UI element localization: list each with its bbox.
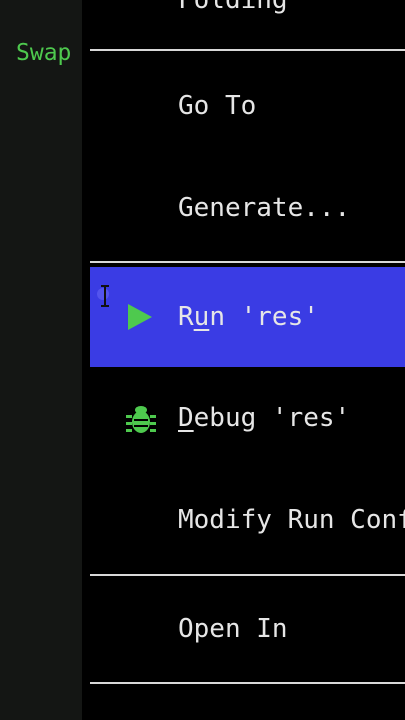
menu-item-label: Modify Run Configuration... xyxy=(178,505,405,535)
editor-code-text: Swap xyxy=(16,40,72,66)
menu-item-label: Run 'res' xyxy=(178,302,319,332)
run-icon xyxy=(126,302,154,332)
editor-gutter: Swap xyxy=(0,0,82,720)
menu-item-folding[interactable]: Folding xyxy=(90,0,405,50)
menu-item-run[interactable]: Run 'res' xyxy=(90,267,405,367)
menu-separator xyxy=(90,682,405,684)
menu-item-modify-run-configuration[interactable]: Modify Run Configuration... xyxy=(90,470,405,570)
menu-item-label: Folding xyxy=(178,0,288,15)
mnemonic-letter: D xyxy=(178,403,194,433)
bug-icon xyxy=(126,403,156,433)
menu-item-label: Generate... xyxy=(178,193,351,223)
context-menu: Folding Go To Generate... Run 'res' Debu… xyxy=(82,0,405,720)
menu-item-label: Debug 'res' xyxy=(178,403,351,433)
menu-item-go-to[interactable]: Go To xyxy=(90,56,405,156)
menu-separator xyxy=(90,49,405,51)
menu-item-label: Go To xyxy=(178,91,257,121)
menu-separator xyxy=(90,261,405,263)
mnemonic-letter: u xyxy=(193,302,210,332)
menu-item-generate[interactable]: Generate... xyxy=(90,158,405,258)
text-cursor-icon xyxy=(96,284,114,310)
menu-item-open-in[interactable]: Open In xyxy=(90,579,405,679)
menu-separator xyxy=(90,574,405,576)
menu-item-label: Open In xyxy=(178,614,288,644)
menu-item-debug[interactable]: Debug 'res' xyxy=(90,368,405,468)
